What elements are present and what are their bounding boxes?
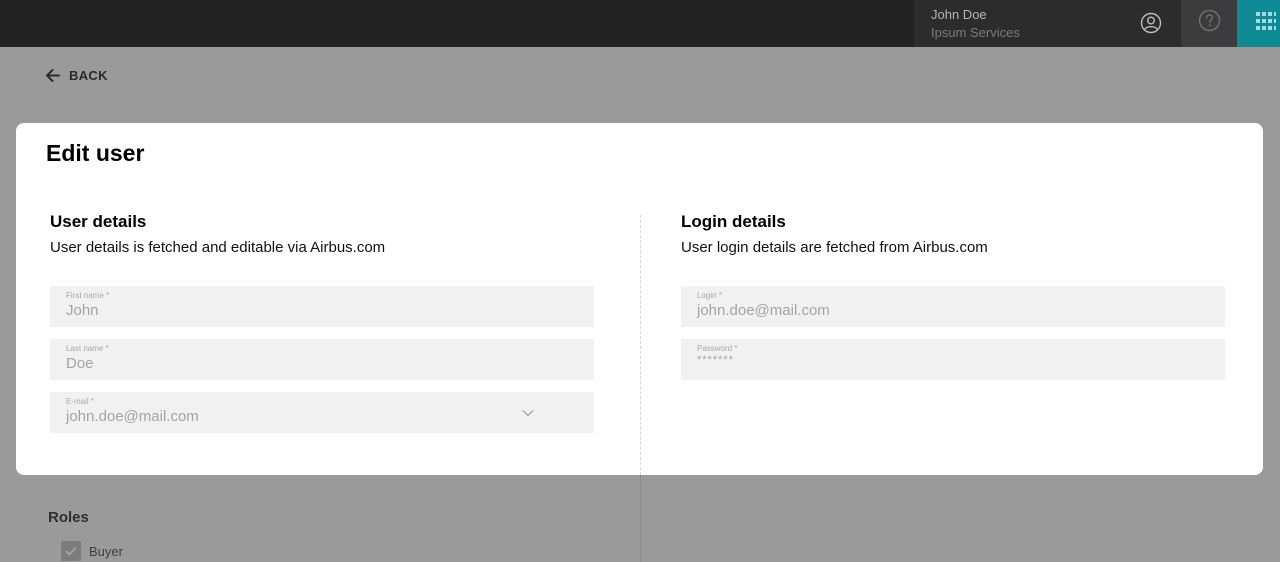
role-checkbox-buyer[interactable] xyxy=(61,541,81,561)
first-name-label: First name * xyxy=(66,291,110,300)
first-name-value: John xyxy=(66,302,99,319)
email-label: E-mail * xyxy=(66,397,95,406)
apps-menu-button[interactable] xyxy=(1237,0,1280,47)
password-value: ******* xyxy=(697,354,734,366)
email-value: john.doe@mail.com xyxy=(66,408,199,425)
password-label: Password * xyxy=(697,344,738,353)
password-field[interactable]: Password * ******* xyxy=(681,339,1225,380)
last-name-label: Last name * xyxy=(66,344,109,353)
user-company: Ipsum Services xyxy=(931,25,1020,40)
login-value: john.doe@mail.com xyxy=(697,302,830,319)
user-details-title: User details xyxy=(50,212,147,231)
roles-title: Roles xyxy=(48,509,89,526)
user-details-description: User details is fetched and editable via… xyxy=(50,239,386,256)
login-details-title: Login details xyxy=(681,212,786,231)
checkmark-icon xyxy=(65,546,77,556)
first-name-field[interactable]: First name * John xyxy=(50,286,594,327)
user-name: John Doe xyxy=(931,7,987,22)
role-label-buyer: Buyer xyxy=(89,544,123,559)
user-menu[interactable]: John Doe Ipsum Services xyxy=(914,0,1181,47)
last-name-value: Doe xyxy=(66,355,94,372)
help-button[interactable] xyxy=(1181,0,1237,47)
section-divider xyxy=(640,215,641,475)
back-label: BACK xyxy=(69,67,108,83)
arrow-left-icon xyxy=(46,68,60,82)
edit-user-modal: Edit user User details User details is f… xyxy=(16,123,1263,475)
help-icon xyxy=(1198,9,1221,32)
back-button[interactable]: BACK xyxy=(45,66,108,84)
background-divider xyxy=(640,475,641,562)
login-field[interactable]: Login * john.doe@mail.com xyxy=(681,286,1225,327)
login-details-description: User login details are fetched from Airb… xyxy=(681,239,988,256)
chevron-down-icon[interactable] xyxy=(522,409,534,417)
account-icon[interactable] xyxy=(1140,12,1162,34)
email-select[interactable]: E-mail * john.doe@mail.com xyxy=(50,392,594,433)
last-name-field[interactable]: Last name * Doe xyxy=(50,339,594,380)
login-label: Login * xyxy=(697,291,722,300)
modal-title: Edit user xyxy=(46,140,145,166)
top-bar: John Doe Ipsum Services xyxy=(0,0,1280,47)
apps-grid-icon xyxy=(1256,12,1276,30)
